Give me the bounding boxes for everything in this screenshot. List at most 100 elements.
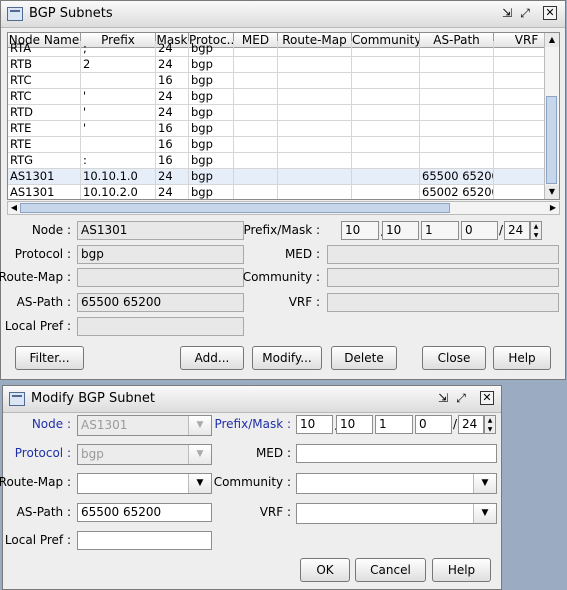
restore-icon[interactable]: ⇲ [500,6,514,20]
table-cell: bgp [189,185,234,199]
horizontal-scrollbar[interactable]: ◀ ▶ [7,201,560,215]
dlg-vrf-label: VRF : [259,505,291,519]
community-select[interactable]: ▼ [296,473,497,494]
table-cell [352,57,420,73]
close-icon[interactable]: ✕ [480,391,494,405]
aspath-input[interactable]: 65500 65200 [77,503,212,522]
help-button[interactable]: Help [493,346,551,370]
community-value [327,268,559,287]
dlg-prefixmask-label: Prefix/Mask : [214,417,291,431]
table-row[interactable]: AS1301 10.10.1.0 24 bgp 65500 65200 [8,169,559,185]
dialog-help-button[interactable]: Help [432,558,491,582]
dlg-ip-octet-2[interactable]: 10 [336,415,373,434]
table-cell: AS1301 [8,185,81,199]
table-row[interactable]: AS1301 10.10.2.0 24 bgp 65002 65200 [8,185,559,199]
table-cell: RTG [8,153,81,169]
ok-button[interactable]: OK [300,558,350,582]
dialog-title-bar[interactable]: Modify BGP Subnet ⇲ ⤢ ✕ [3,386,501,413]
table-cell: 24 [156,89,189,105]
dialog-icon [9,392,25,406]
table-cell [234,89,278,105]
dlg-ip-octet-3[interactable]: 1 [375,415,413,434]
table-cell [420,41,494,57]
table-row[interactable]: RTE 16 bgp [8,137,559,153]
table-cell [420,105,494,121]
scroll-thumb[interactable] [546,96,557,184]
add-button[interactable]: Add... [180,346,244,370]
table-row[interactable]: RTC 16 bgp [8,73,559,89]
table-cell [352,41,420,57]
table-cell [234,121,278,137]
dlg-aspath-label: AS-Path : [16,505,71,519]
aspath-value: 65500 65200 [77,293,244,312]
table-row[interactable]: RTC ' 24 bgp [8,89,559,105]
table-row[interactable]: RTB 2 24 bgp [8,57,559,73]
maximize-icon[interactable]: ⤢ [454,391,468,405]
table-cell [352,121,420,137]
localpref-label: Local Pref : [4,319,71,333]
table-cell: bgp [189,89,234,105]
dlg-mask-spinner[interactable]: ▲ ▼ [484,415,496,434]
subnets-table[interactable]: Node Name Prefix Mask Protoc... MED Rout… [7,32,560,200]
med-input[interactable] [296,444,497,463]
bgp-subnets-window: BGP Subnets ⇲ ⤢ ✕ Node Name Prefix Mask … [0,0,566,380]
dropdown-arrow-icon[interactable]: ▼ [473,474,496,493]
table-cell [352,137,420,153]
dlg-med-label: MED : [255,446,291,460]
dropdown-arrow-icon[interactable]: ▼ [188,474,211,493]
table-cell: 65002 65200 [422,185,494,199]
table-cell: bgp [189,57,234,73]
scroll-right-icon[interactable]: ▶ [547,202,559,214]
dlg-mask-value[interactable]: 24 [458,415,484,434]
close-icon[interactable]: ✕ [543,6,557,20]
community-label: Community : [242,270,320,284]
med-value [327,245,559,264]
protocol-select: bgp ▼ [77,444,212,465]
table-cell: ' [81,105,156,121]
table-cell [278,121,352,137]
title-bar[interactable]: BGP Subnets ⇲ ⤢ ✕ [1,1,565,28]
vertical-scrollbar[interactable]: ▲ ▼ [544,33,559,199]
restore-icon[interactable]: ⇲ [436,391,450,405]
routemap-select[interactable]: ▼ [77,473,212,494]
maximize-icon[interactable]: ⤢ [518,6,532,20]
table-cell [234,41,278,57]
table-cell [278,169,352,185]
mask-spinner[interactable]: ▲ ▼ [530,221,542,240]
delete-button[interactable]: Delete [331,346,397,370]
scroll-down-icon[interactable]: ▼ [545,185,559,199]
dlg-ip-octet-4[interactable]: 0 [415,415,452,434]
close-button[interactable]: Close [422,346,486,370]
table-cell [278,185,352,199]
table-cell [234,169,278,185]
modify-button[interactable]: Modify... [252,346,322,370]
ip-octet-4: 0 [461,221,498,240]
node-select: AS1301 ▼ [77,415,212,436]
table-cell: 16 [156,153,189,169]
table-cell [234,153,278,169]
cancel-button[interactable]: Cancel [355,558,426,582]
dlg-node-label: Node : [31,417,71,431]
ip-octet-2: 10 [382,221,419,240]
table-cell [278,41,352,57]
modify-bgp-subnet-dialog: Modify BGP Subnet ⇲ ⤢ ✕ Node : AS1301 ▼ … [0,385,502,590]
hscroll-thumb[interactable] [20,203,450,213]
filter-button[interactable]: Filter... [15,346,84,370]
scroll-up-icon[interactable]: ▲ [545,33,559,47]
table-cell [352,73,420,89]
localpref-input[interactable] [77,531,212,550]
dropdown-arrow-icon[interactable]: ▼ [473,504,496,523]
dlg-ip-octet-1[interactable]: 10 [296,415,333,434]
table-cell: 24 [156,41,189,57]
vrf-select[interactable]: ▼ [296,503,497,524]
table-cell [420,73,494,89]
table-row[interactable]: RTG:16 bgp [8,153,559,169]
table-row[interactable]: RTD ' 24 bgp [8,105,559,121]
table-cell: bgp [189,121,234,137]
med-label: MED : [284,247,320,261]
scroll-left-icon[interactable]: ◀ [8,202,20,214]
table-cell: bgp [189,137,234,153]
table-row[interactable]: RTE ' 16 bgp [8,121,559,137]
table-row[interactable]: RTA; 24 bgp [8,41,559,57]
table-cell: 24 [156,105,189,121]
